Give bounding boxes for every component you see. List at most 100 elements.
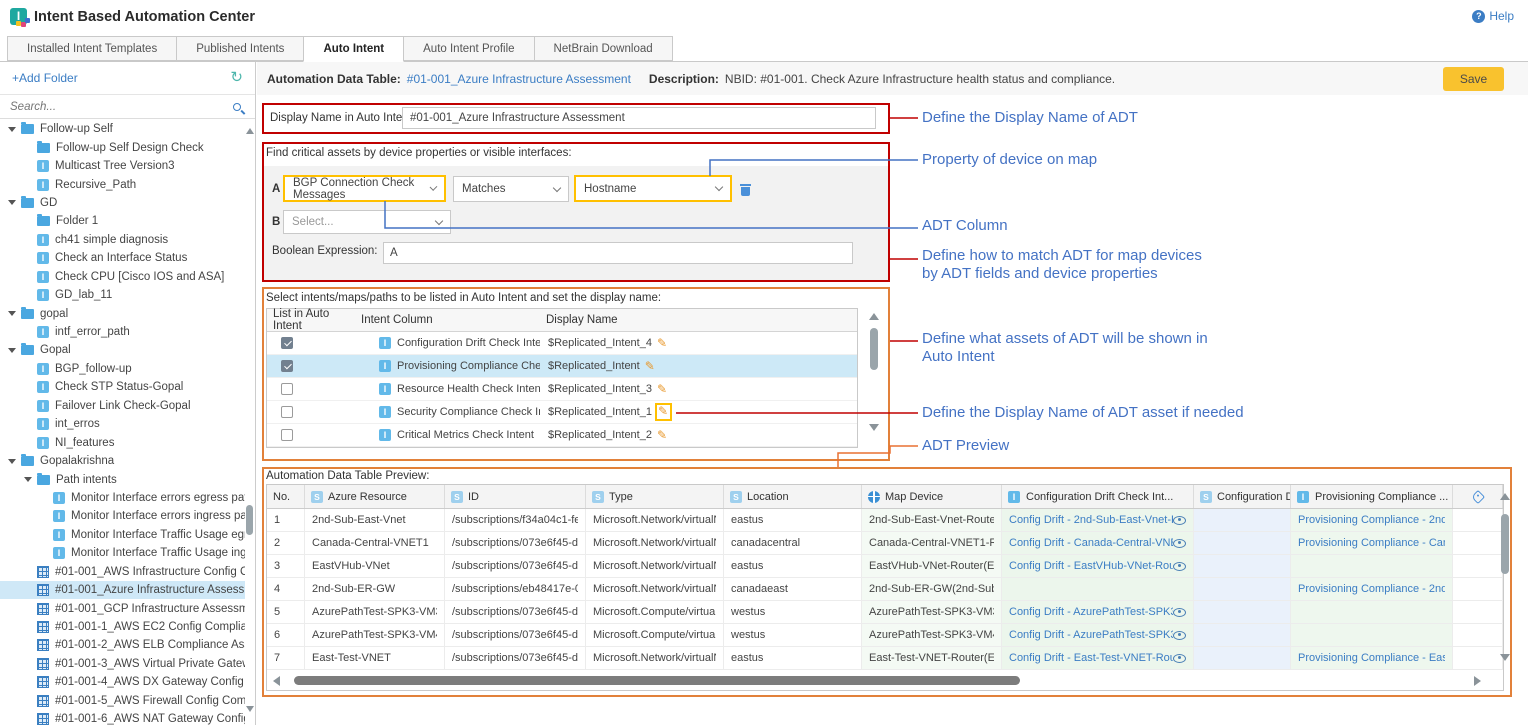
tree-item-folder[interactable]: Follow-up Self Design Check [0,138,245,156]
edit-pencil-icon[interactable]: ✎ [657,429,667,441]
scroll-down-icon[interactable] [869,424,879,431]
tree-item-folder[interactable]: GD [0,194,245,212]
tree-item-intent[interactable]: Multicast Tree Version3 [0,157,245,175]
view-result-eye-icon[interactable] [1173,516,1186,525]
intent-list-row[interactable]: Provisioning Compliance Check ...$Replic… [267,355,857,378]
tab-netbrain-download[interactable]: NetBrain Download [534,36,673,61]
tree-item-intent[interactable]: NI_features [0,433,245,451]
preview-table-row[interactable]: 3EastVHub-VNet/subscriptions/073e6f45-d1… [267,555,1503,578]
v-scrollbar-thumb[interactable] [1501,514,1509,574]
tree-item-folder[interactable]: Gopal [0,341,245,359]
view-result-eye-icon[interactable] [1173,562,1186,571]
preview-vertical-scrollbar[interactable] [1499,493,1511,661]
checkbox-unchecked[interactable] [281,383,293,395]
view-result-eye-icon[interactable] [1173,631,1186,640]
preview-column-header[interactable]: Configuration Drift Check Int... [1002,485,1194,508]
intent-list-scrollbar[interactable] [868,313,880,431]
scroll-up-icon[interactable] [1500,493,1510,500]
tree-item-intent[interactable]: BGP_follow-up [0,360,245,378]
tree-item-adt[interactable]: #01-001_GCP Infrastructure Assessment [0,599,245,617]
tree-item-intent[interactable]: Monitor Interface errors ingress path [0,507,245,525]
tree-item-adt[interactable]: #01-001-4_AWS DX Gateway Config Compli..… [0,673,245,691]
tree-item-intent[interactable]: Check STP Status-Gopal [0,378,245,396]
tree-item-intent[interactable]: GD_lab_11 [0,286,245,304]
view-result-eye-icon[interactable] [1173,654,1186,663]
tab-published-intents[interactable]: Published Intents [176,36,303,61]
preview-table-row[interactable]: 7East-Test-VNET/subscriptions/073e6f45-d… [267,647,1503,670]
tree-item-intent[interactable]: ch41 simple diagnosis [0,231,245,249]
search-icon[interactable] [233,103,241,111]
checkbox-unchecked[interactable] [281,429,293,441]
preview-column-header[interactable]: Provisioning Compliance ... [1291,485,1453,508]
checkbox-unchecked[interactable] [281,406,293,418]
preview-table-row[interactable]: 6AzurePathTest-SPK3-VM4/subscriptions/07… [267,624,1503,647]
help-link[interactable]: ? Help [1472,9,1514,23]
intent-list-row[interactable]: Resource Health Check Intent$Replicated_… [267,378,857,401]
scroll-right-icon[interactable] [1474,676,1481,686]
tree-item-folder[interactable]: gopal [0,304,245,322]
preview-column-header[interactable]: Location [724,485,862,508]
sidebar-scroll-up-icon[interactable] [246,128,254,134]
tree-item-intent[interactable]: Check an Interface Status [0,249,245,267]
display-name-input[interactable] [402,107,876,129]
intent-list-row[interactable]: Security Compliance Check Intent$Replica… [267,401,857,424]
preview-column-header[interactable]: No. [267,485,305,508]
condition-a-operator-dropdown[interactable]: Matches [453,176,569,202]
preview-horizontal-scrollbar[interactable] [269,674,1487,687]
preview-column-header[interactable]: Type [586,485,724,508]
tree-item-adt[interactable]: #01-001-6_AWS NAT Gateway Config Compl..… [0,710,245,725]
delete-condition-icon[interactable] [740,184,751,197]
view-result-eye-icon[interactable] [1173,608,1186,617]
scrollbar-thumb[interactable] [870,328,878,370]
preview-column-header[interactable]: Azure Resource [305,485,445,508]
tree-item-intent[interactable]: Recursive_Path [0,175,245,193]
view-result-eye-icon[interactable] [1173,539,1186,548]
sidebar-scrollbar[interactable] [246,505,253,535]
tree-item-intent[interactable]: Monitor Interface Traffic Usage egress p… [0,526,245,544]
edit-pencil-icon[interactable]: ✎ [657,337,667,349]
condition-a-column-dropdown[interactable]: BGP Connection Check Messages [283,175,446,202]
scroll-left-icon[interactable] [273,676,280,686]
tree-item-adt[interactable]: #01-001_Azure Infrastructure Assessment [0,581,245,599]
tab-auto-intent[interactable]: Auto Intent [303,36,404,62]
preview-table-row[interactable]: 2Canada-Central-VNET1/subscriptions/073e… [267,532,1503,555]
tree-item-adt[interactable]: #01-001-5_AWS Firewall Config Compliance… [0,692,245,710]
scroll-up-icon[interactable] [869,313,879,320]
tree-item-adt[interactable]: #01-001-2_AWS ELB Compliance Assessment [0,636,245,654]
condition-a-property-dropdown[interactable]: Hostname [574,175,732,202]
h-scrollbar-thumb[interactable] [294,676,1020,685]
edit-pencil-icon[interactable]: ✎ [645,360,655,372]
sidebar-scroll-down-icon[interactable] [246,706,254,712]
boolean-expression-input[interactable] [383,242,853,264]
edit-pencil-icon[interactable]: ✎ [658,405,668,417]
scroll-down-icon[interactable] [1500,654,1510,661]
tree-item-intent[interactable]: intf_error_path [0,323,245,341]
tab-installed-intent-templates[interactable]: Installed Intent Templates [7,36,176,61]
refresh-icon[interactable]: ↻ [230,71,243,85]
edit-pencil-icon[interactable]: ✎ [657,383,667,395]
tree-item-intent[interactable]: Failover Link Check-Gopal [0,397,245,415]
search-input[interactable] [10,101,233,113]
checkbox-checked[interactable] [281,337,293,349]
preview-column-header[interactable]: Configuration Drift A... [1194,485,1291,508]
preview-column-header[interactable]: Map Device [862,485,1002,508]
preview-table-row[interactable]: 5AzurePathTest-SPK3-VM3/subscriptions/07… [267,601,1503,624]
add-folder-button[interactable]: +Add Folder [12,71,78,85]
tree-item-folder[interactable]: Path intents [0,470,245,488]
tab-auto-intent-profile[interactable]: Auto Intent Profile [404,36,533,61]
tree-item-intent[interactable]: Monitor Interface errors egress path [0,489,245,507]
preview-column-header[interactable]: ID [445,485,586,508]
save-button[interactable]: Save [1443,67,1504,91]
preview-table-row[interactable]: 12nd-Sub-East-Vnet/subscriptions/f34a04c… [267,509,1503,532]
preview-table-row[interactable]: 42nd-Sub-ER-GW/subscriptions/eb48417e-0d… [267,578,1503,601]
tree-item-adt[interactable]: #01-001_AWS Infrastructure Config Compli… [0,563,245,581]
intent-list-row[interactable]: Critical Metrics Check Intent$Replicated… [267,424,857,447]
condition-b-column-dropdown[interactable]: Select... [283,210,451,234]
adt-name-link[interactable]: #01-001_Azure Infrastructure Assessment [407,72,631,86]
tag-icon[interactable] [1470,489,1484,503]
tree-item-intent[interactable]: Check CPU [Cisco IOS and ASA] [0,268,245,286]
tree-item-folder[interactable]: Gopalakrishna [0,452,245,470]
tree-item-folder[interactable]: Folder 1 [0,212,245,230]
checkbox-checked[interactable] [281,360,293,372]
tree-item-folder[interactable]: Follow-up Self [0,120,245,138]
